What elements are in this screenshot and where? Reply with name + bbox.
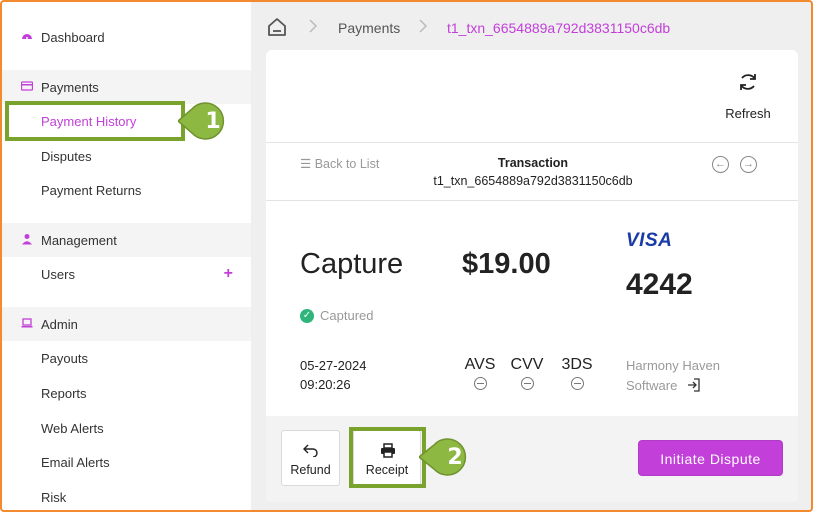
3ds-check: 3DS [559,356,595,390]
transaction-amount: $19.00 [462,248,551,280]
initiate-dispute-button[interactable]: Initiate Dispute [638,440,783,476]
sidebar-item-label: Reports [41,385,87,401]
person-icon [22,234,32,245]
refresh-icon [740,74,756,90]
merchant-info: Harmony Haven Software [626,356,720,396]
card-last4: 4242 [626,268,693,301]
status-label: Captured [320,308,374,323]
sidebar-item-label: Disputes [41,148,92,164]
sidebar-item-label: Risk [41,489,67,505]
transaction-type: Capture [300,248,404,280]
sidebar-item-web-alerts[interactable]: Web Alerts [2,411,251,445]
sidebar-item-label: Admin [41,316,78,332]
main-content: Payments t1_txn_6654889a792d3831150c6db … [251,2,811,510]
chevron-right-icon [419,19,428,33]
cvv-check: CVV [509,356,545,390]
breadcrumb-current: t1_txn_6654889a792d3831150c6db [447,20,671,36]
callout-number: 2 [447,445,463,470]
sidebar-item-label: Management [41,232,117,248]
sidebar-item-payment-returns[interactable]: Payment Returns [2,173,251,207]
sidebar-item-disputes[interactable]: Disputes [2,139,251,173]
divider [266,200,798,201]
minus-circle-icon [520,377,534,390]
refresh-label: Refresh [725,106,771,121]
credit-card-icon [21,81,33,91]
chevron-right-icon [309,19,318,33]
refund-label: Refund [290,463,331,477]
sidebar-item-label: Payouts [41,350,88,366]
sidebar-item-label: Payments [41,79,99,95]
sidebar-item-dashboard[interactable]: Dashboard [2,20,251,54]
minus-circle-icon [570,377,584,390]
sidebar-item-label: Dashboard [41,29,105,45]
transaction-datetime: 05-27-2024 09:20:26 [300,356,367,394]
breadcrumb: Payments t1_txn_6654889a792d3831150c6db [251,2,811,50]
undo-icon [303,444,318,457]
sidebar-section-management[interactable]: Management [2,223,251,257]
sidebar-item-payouts[interactable]: Payouts [2,341,251,375]
breadcrumb-payments[interactable]: Payments [338,20,400,36]
sidebar-item-reports[interactable]: Reports [2,376,251,410]
divider [266,142,798,143]
sidebar-item-email-alerts[interactable]: Email Alerts [2,445,251,479]
check-circle-icon: ✓ [300,308,314,323]
laptop-icon [21,318,33,328]
next-arrow-icon[interactable]: → [740,156,757,173]
sidebar: Dashboard Payments Payment History Dispu… [2,2,251,510]
refresh-button[interactable]: Refresh [698,50,798,140]
highlight-receipt [349,427,426,488]
callout-1: 1 [176,101,236,141]
back-to-list-link[interactable]: ☰ Back to List [300,156,379,171]
minus-circle-icon [473,377,487,390]
transaction-id: t1_txn_6654889a792d3831150c6db [433,174,633,188]
transaction-date: 05-27-2024 [300,358,367,373]
highlight-payment-history [5,101,185,141]
visa-logo: VISA [626,230,673,251]
transaction-time: 09:20:26 [300,377,351,392]
external-link-icon [687,378,700,392]
merchant-name-line1: Harmony Haven [626,358,720,373]
previous-arrow-icon[interactable]: ← [712,156,729,173]
merchant-name-line2: Software [626,378,678,393]
sidebar-item-label: Email Alerts [41,454,110,470]
3ds-label: 3DS [561,356,593,373]
sidebar-section-admin[interactable]: Admin [2,307,251,341]
transaction-card: Refresh ☰ Back to List Transaction t1_tx… [266,50,798,502]
transaction-title: Transaction [497,156,569,170]
dashboard-icon [22,34,32,39]
sidebar-item-users[interactable]: Users + [2,257,251,291]
callout-number: 1 [205,109,221,134]
refund-button[interactable]: Refund [281,430,340,486]
home-icon[interactable] [266,16,288,38]
add-user-button[interactable]: + [224,265,233,283]
list-icon: ☰ [300,157,315,171]
merchant-link[interactable]: Software [626,376,720,396]
sidebar-section-payments[interactable]: Payments [2,70,251,104]
cvv-label: CVV [510,356,544,373]
sidebar-item-label: Users [41,266,75,282]
sidebar-item-risk[interactable]: Risk [2,480,251,512]
avs-check: AVS [462,356,498,390]
sidebar-item-label: Web Alerts [41,420,104,436]
status-badge: ✓ Captured [300,308,373,323]
avs-label: AVS [464,356,496,373]
sidebar-item-label: Payment Returns [41,182,142,198]
callout-2: 2 [417,436,479,478]
back-to-list-label: Back to List [314,157,380,171]
card-footer: Refund Receipt Initiate Dispute [266,416,798,502]
